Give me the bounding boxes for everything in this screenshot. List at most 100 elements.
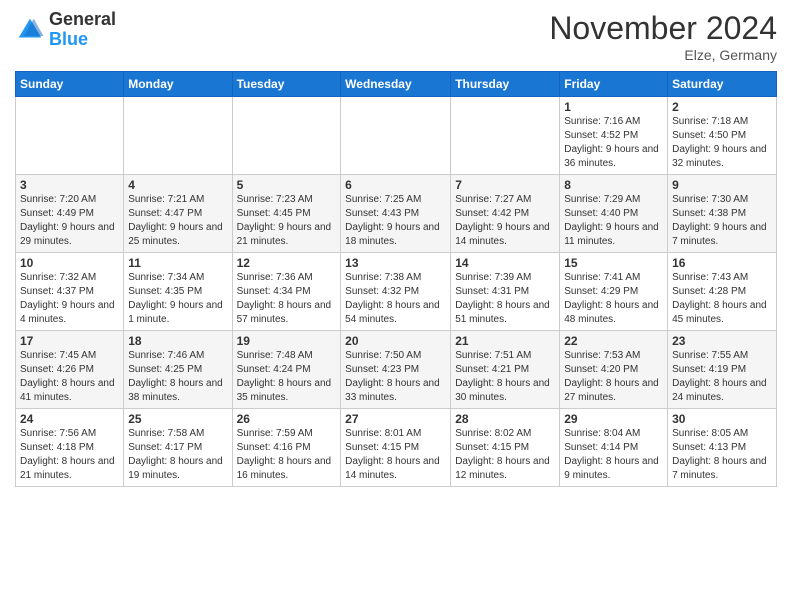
day-info: Sunrise: 7:46 AM Sunset: 4:25 PM Dayligh… xyxy=(128,349,227,405)
day-number: 26 xyxy=(237,412,337,426)
week-row-5: 24Sunrise: 7:56 AM Sunset: 4:18 PM Dayli… xyxy=(16,409,777,487)
day-cell: 3Sunrise: 7:20 AM Sunset: 4:49 PM Daylig… xyxy=(16,175,124,253)
day-cell: 12Sunrise: 7:36 AM Sunset: 4:34 PM Dayli… xyxy=(232,253,341,331)
day-info: Sunrise: 7:38 AM Sunset: 4:32 PM Dayligh… xyxy=(345,271,446,327)
day-number: 7 xyxy=(455,178,555,192)
day-number: 3 xyxy=(20,178,119,192)
day-number: 4 xyxy=(128,178,227,192)
day-cell: 15Sunrise: 7:41 AM Sunset: 4:29 PM Dayli… xyxy=(560,253,668,331)
day-info: Sunrise: 7:29 AM Sunset: 4:40 PM Dayligh… xyxy=(564,193,663,249)
day-cell: 19Sunrise: 7:48 AM Sunset: 4:24 PM Dayli… xyxy=(232,331,341,409)
day-cell xyxy=(124,97,232,175)
day-info: Sunrise: 7:50 AM Sunset: 4:23 PM Dayligh… xyxy=(345,349,446,405)
day-info: Sunrise: 8:02 AM Sunset: 4:15 PM Dayligh… xyxy=(455,427,555,483)
day-cell: 16Sunrise: 7:43 AM Sunset: 4:28 PM Dayli… xyxy=(668,253,777,331)
day-info: Sunrise: 7:51 AM Sunset: 4:21 PM Dayligh… xyxy=(455,349,555,405)
day-cell: 29Sunrise: 8:04 AM Sunset: 4:14 PM Dayli… xyxy=(560,409,668,487)
day-info: Sunrise: 7:55 AM Sunset: 4:19 PM Dayligh… xyxy=(672,349,772,405)
day-info: Sunrise: 7:30 AM Sunset: 4:38 PM Dayligh… xyxy=(672,193,772,249)
day-info: Sunrise: 7:53 AM Sunset: 4:20 PM Dayligh… xyxy=(564,349,663,405)
day-info: Sunrise: 7:41 AM Sunset: 4:29 PM Dayligh… xyxy=(564,271,663,327)
day-number: 16 xyxy=(672,256,772,270)
day-cell: 30Sunrise: 8:05 AM Sunset: 4:13 PM Dayli… xyxy=(668,409,777,487)
logo: General Blue xyxy=(15,10,116,50)
day-info: Sunrise: 7:32 AM Sunset: 4:37 PM Dayligh… xyxy=(20,271,119,327)
day-number: 29 xyxy=(564,412,663,426)
day-info: Sunrise: 8:01 AM Sunset: 4:15 PM Dayligh… xyxy=(345,427,446,483)
day-cell xyxy=(232,97,341,175)
week-row-2: 3Sunrise: 7:20 AM Sunset: 4:49 PM Daylig… xyxy=(16,175,777,253)
day-number: 6 xyxy=(345,178,446,192)
day-info: Sunrise: 7:59 AM Sunset: 4:16 PM Dayligh… xyxy=(237,427,337,483)
day-number: 19 xyxy=(237,334,337,348)
day-number: 8 xyxy=(564,178,663,192)
day-info: Sunrise: 7:27 AM Sunset: 4:42 PM Dayligh… xyxy=(455,193,555,249)
day-number: 17 xyxy=(20,334,119,348)
day-info: Sunrise: 8:05 AM Sunset: 4:13 PM Dayligh… xyxy=(672,427,772,483)
day-info: Sunrise: 8:04 AM Sunset: 4:14 PM Dayligh… xyxy=(564,427,663,483)
day-cell: 13Sunrise: 7:38 AM Sunset: 4:32 PM Dayli… xyxy=(341,253,451,331)
title-block: November 2024 Elze, Germany xyxy=(549,10,777,63)
day-number: 1 xyxy=(564,100,663,114)
day-number: 30 xyxy=(672,412,772,426)
calendar-header-row: Sunday Monday Tuesday Wednesday Thursday… xyxy=(16,72,777,97)
header-saturday: Saturday xyxy=(668,72,777,97)
day-cell: 22Sunrise: 7:53 AM Sunset: 4:20 PM Dayli… xyxy=(560,331,668,409)
header-sunday: Sunday xyxy=(16,72,124,97)
day-cell: 5Sunrise: 7:23 AM Sunset: 4:45 PM Daylig… xyxy=(232,175,341,253)
header-friday: Friday xyxy=(560,72,668,97)
week-row-3: 10Sunrise: 7:32 AM Sunset: 4:37 PM Dayli… xyxy=(16,253,777,331)
day-info: Sunrise: 7:21 AM Sunset: 4:47 PM Dayligh… xyxy=(128,193,227,249)
day-number: 28 xyxy=(455,412,555,426)
day-number: 20 xyxy=(345,334,446,348)
week-row-4: 17Sunrise: 7:45 AM Sunset: 4:26 PM Dayli… xyxy=(16,331,777,409)
calendar-table: Sunday Monday Tuesday Wednesday Thursday… xyxy=(15,71,777,487)
day-info: Sunrise: 7:58 AM Sunset: 4:17 PM Dayligh… xyxy=(128,427,227,483)
day-number: 22 xyxy=(564,334,663,348)
page: General Blue November 2024 Elze, Germany… xyxy=(0,0,792,612)
day-cell: 6Sunrise: 7:25 AM Sunset: 4:43 PM Daylig… xyxy=(341,175,451,253)
day-cell: 10Sunrise: 7:32 AM Sunset: 4:37 PM Dayli… xyxy=(16,253,124,331)
day-cell: 27Sunrise: 8:01 AM Sunset: 4:15 PM Dayli… xyxy=(341,409,451,487)
day-cell: 9Sunrise: 7:30 AM Sunset: 4:38 PM Daylig… xyxy=(668,175,777,253)
day-number: 2 xyxy=(672,100,772,114)
day-number: 5 xyxy=(237,178,337,192)
day-cell: 11Sunrise: 7:34 AM Sunset: 4:35 PM Dayli… xyxy=(124,253,232,331)
day-cell: 17Sunrise: 7:45 AM Sunset: 4:26 PM Dayli… xyxy=(16,331,124,409)
day-number: 9 xyxy=(672,178,772,192)
day-info: Sunrise: 7:43 AM Sunset: 4:28 PM Dayligh… xyxy=(672,271,772,327)
day-info: Sunrise: 7:39 AM Sunset: 4:31 PM Dayligh… xyxy=(455,271,555,327)
day-number: 25 xyxy=(128,412,227,426)
day-cell: 26Sunrise: 7:59 AM Sunset: 4:16 PM Dayli… xyxy=(232,409,341,487)
day-cell: 25Sunrise: 7:58 AM Sunset: 4:17 PM Dayli… xyxy=(124,409,232,487)
header-thursday: Thursday xyxy=(451,72,560,97)
day-cell: 28Sunrise: 8:02 AM Sunset: 4:15 PM Dayli… xyxy=(451,409,560,487)
day-number: 10 xyxy=(20,256,119,270)
day-number: 23 xyxy=(672,334,772,348)
day-info: Sunrise: 7:20 AM Sunset: 4:49 PM Dayligh… xyxy=(20,193,119,249)
day-info: Sunrise: 7:45 AM Sunset: 4:26 PM Dayligh… xyxy=(20,349,119,405)
day-number: 18 xyxy=(128,334,227,348)
day-number: 21 xyxy=(455,334,555,348)
day-cell xyxy=(16,97,124,175)
location-subtitle: Elze, Germany xyxy=(549,47,777,63)
day-cell xyxy=(341,97,451,175)
day-cell xyxy=(451,97,560,175)
logo-general: General xyxy=(49,9,116,29)
day-cell: 20Sunrise: 7:50 AM Sunset: 4:23 PM Dayli… xyxy=(341,331,451,409)
day-number: 15 xyxy=(564,256,663,270)
day-number: 11 xyxy=(128,256,227,270)
day-cell: 24Sunrise: 7:56 AM Sunset: 4:18 PM Dayli… xyxy=(16,409,124,487)
day-cell: 23Sunrise: 7:55 AM Sunset: 4:19 PM Dayli… xyxy=(668,331,777,409)
day-number: 13 xyxy=(345,256,446,270)
day-info: Sunrise: 7:16 AM Sunset: 4:52 PM Dayligh… xyxy=(564,115,663,171)
header-wednesday: Wednesday xyxy=(341,72,451,97)
day-cell: 1Sunrise: 7:16 AM Sunset: 4:52 PM Daylig… xyxy=(560,97,668,175)
day-cell: 18Sunrise: 7:46 AM Sunset: 4:25 PM Dayli… xyxy=(124,331,232,409)
logo-icon xyxy=(15,15,45,45)
day-cell: 14Sunrise: 7:39 AM Sunset: 4:31 PM Dayli… xyxy=(451,253,560,331)
day-info: Sunrise: 7:56 AM Sunset: 4:18 PM Dayligh… xyxy=(20,427,119,483)
day-number: 24 xyxy=(20,412,119,426)
day-info: Sunrise: 7:25 AM Sunset: 4:43 PM Dayligh… xyxy=(345,193,446,249)
month-title: November 2024 xyxy=(549,10,777,47)
